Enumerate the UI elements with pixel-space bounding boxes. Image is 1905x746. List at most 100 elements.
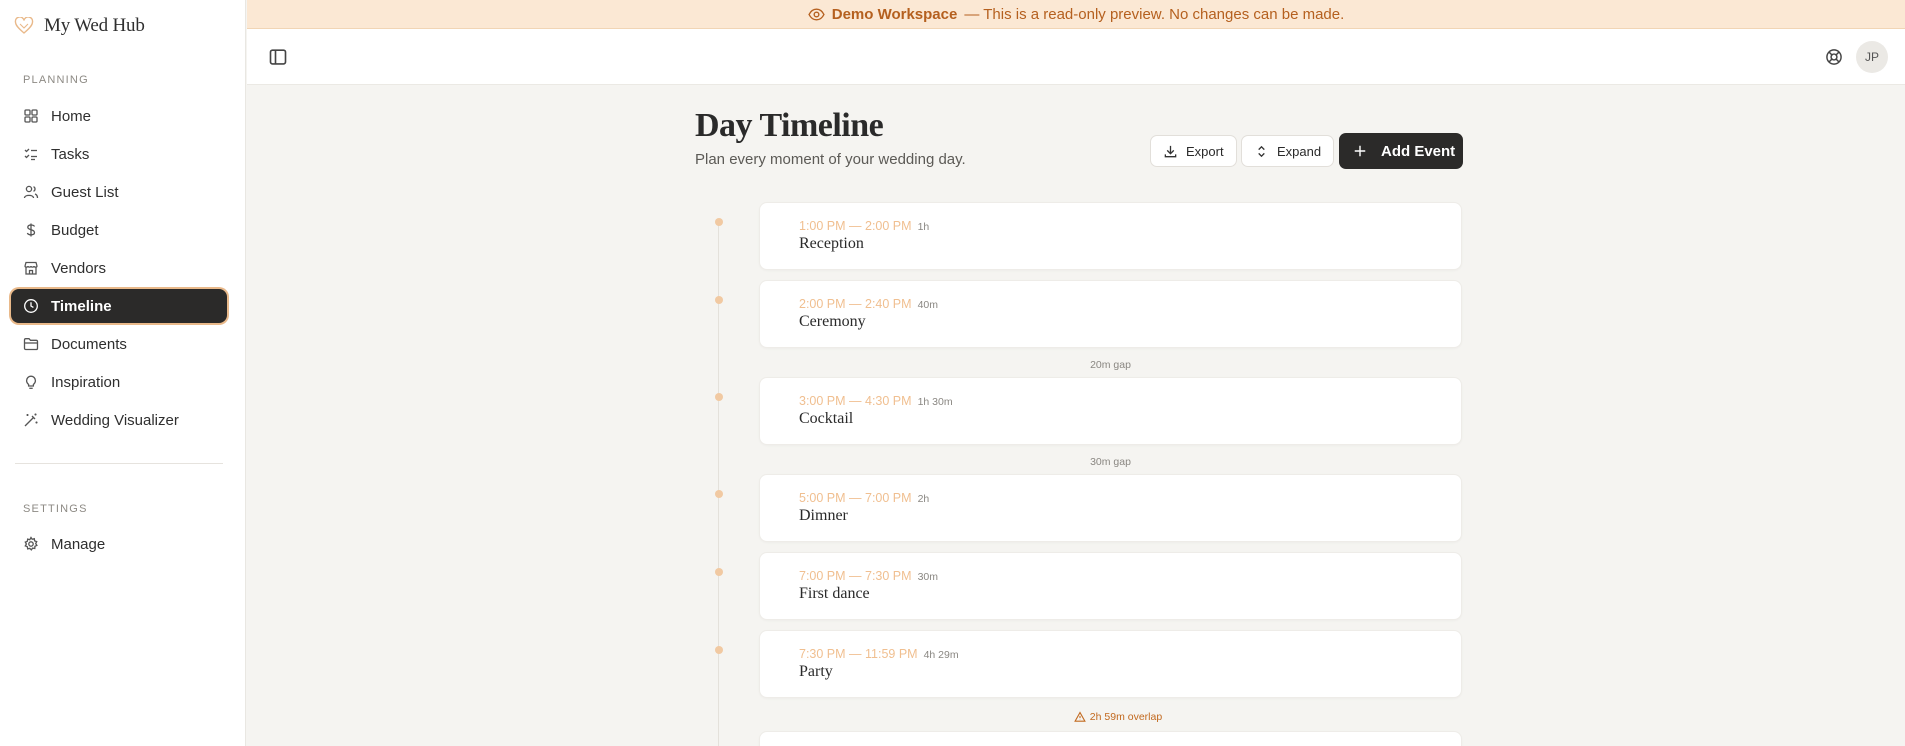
sidebar-panel-icon	[269, 49, 287, 65]
event-time: 5:00 PM — 7:00 PM	[799, 491, 912, 505]
sidebar-item-wedding-visualizer[interactable]: Wedding Visualizer	[11, 403, 227, 437]
heart-logo-icon	[13, 15, 35, 37]
event-time-row: 5:00 PM — 7:00 PM 2h	[799, 491, 929, 505]
timeline-dot	[715, 646, 723, 654]
lifebuoy-icon	[1826, 49, 1842, 65]
expand-button[interactable]: Expand	[1241, 135, 1335, 167]
event-time-row: 1:00 PM — 2:00 PM 1h	[799, 219, 929, 233]
export-button[interactable]: Export	[1150, 135, 1237, 167]
event-name: Dimner	[799, 507, 848, 524]
event-time-row: 2:00 PM — 2:40 PM 40m	[799, 297, 938, 311]
sidebar-item-inspiration[interactable]: Inspiration	[11, 365, 227, 399]
add-event-label: Add Event	[1381, 142, 1456, 160]
event-name: Ceremony	[799, 313, 866, 330]
sidebar-item-budget[interactable]: Budget	[11, 213, 227, 247]
sidebar-item-label: Documents	[51, 335, 127, 353]
lightbulb-icon	[25, 375, 37, 389]
event-time: 1:00 PM — 2:00 PM	[799, 219, 912, 233]
gap-label: 20m gap	[1090, 359, 1131, 371]
add-event-button[interactable]: Add Event	[1339, 133, 1463, 169]
event-duration: 1h 30m	[917, 396, 953, 408]
event-time: 2:00 PM — 2:40 PM	[799, 297, 912, 311]
gap-label: 30m gap	[1090, 456, 1131, 468]
event-time: 7:00 PM — 7:30 PM	[799, 569, 912, 583]
sidebar-item-vendors[interactable]: Vendors	[11, 251, 227, 285]
help-button[interactable]	[1825, 48, 1843, 66]
checklist-icon	[24, 148, 37, 161]
event-name: First dance	[799, 585, 870, 602]
folder-icon	[23, 338, 39, 351]
clock-icon	[24, 299, 38, 313]
download-icon	[1164, 145, 1177, 157]
brand-name: My Wed Hub	[44, 15, 145, 36]
avatar[interactable]: JP	[1856, 41, 1888, 73]
read-only-banner: Demo Workspace — This is a read-only pre…	[247, 0, 1905, 29]
event-card-reception[interactable]: 1:00 PM — 2:00 PM 1h Reception	[759, 202, 1462, 270]
expand-label: Expand	[1277, 143, 1322, 159]
sidebar-item-label: Timeline	[51, 297, 112, 315]
event-duration: 40m	[917, 299, 938, 311]
sidebar-item-label: Manage	[51, 535, 106, 553]
sidebar-item-timeline[interactable]: Timeline	[11, 289, 227, 323]
settings-section-label: SETTINGS	[23, 503, 88, 515]
magic-wand-icon	[24, 413, 38, 427]
dollar-icon	[26, 223, 36, 237]
event-time-row: 7:30 PM — 11:59 PM 4h 29m	[799, 647, 959, 661]
export-label: Export	[1186, 143, 1224, 159]
sidebar-item-label: Tasks	[51, 145, 90, 163]
event-card-first-dance[interactable]: 7:00 PM — 7:30 PM 30m First dance	[759, 552, 1462, 620]
timeline-dot	[715, 296, 723, 304]
event-duration: 1h	[917, 221, 930, 233]
timeline-dot	[715, 490, 723, 498]
overlap-warning: 2h 59m overlap	[759, 711, 1477, 723]
sidebar-item-guest-list[interactable]: Guest List	[11, 175, 227, 209]
planning-section-label: PLANNING	[23, 74, 89, 86]
timeline-dot	[715, 568, 723, 576]
sidebar-item-home[interactable]: Home	[11, 99, 227, 133]
sidebar-item-label: Budget	[51, 221, 99, 239]
banner-message: — This is a read-only preview. No change…	[964, 5, 1345, 23]
sidebar-item-label: Home	[51, 107, 92, 125]
sidebar-item-tasks[interactable]: Tasks	[11, 137, 227, 171]
sidebar-divider	[15, 463, 223, 464]
sidebar-item-label: Inspiration	[51, 373, 121, 391]
event-name: Party	[799, 663, 833, 680]
event-name: Reception	[799, 235, 864, 252]
brand[interactable]: My Wed Hub	[13, 14, 145, 38]
event-name: Cocktail	[799, 410, 854, 427]
event-time: 7:30 PM — 11:59 PM	[799, 647, 918, 661]
eye-icon	[808, 7, 825, 21]
sidebar: My Wed Hub PLANNING Home Tasks Guest Lis…	[0, 0, 246, 746]
event-duration: 30m	[917, 571, 938, 583]
plus-icon	[1354, 145, 1366, 157]
event-time: 3:00 PM — 4:30 PM	[799, 394, 912, 408]
event-card-party[interactable]: 7:30 PM — 11:59 PM 4h 29m Party	[759, 630, 1462, 698]
event-duration: 2h	[917, 493, 930, 505]
chevrons-up-down-icon	[1258, 145, 1265, 157]
timeline-dot	[715, 218, 723, 226]
grid-icon	[24, 109, 38, 123]
event-duration: 4h 29m	[923, 649, 959, 661]
event-time-row: 7:00 PM — 7:30 PM 30m	[799, 569, 938, 583]
timeline-dot	[715, 393, 723, 401]
sidebar-item-label: Guest List	[51, 183, 119, 201]
sidebar-item-documents[interactable]: Documents	[11, 327, 227, 361]
sidebar-item-label: Wedding Visualizer	[51, 411, 179, 429]
event-card-ceremony[interactable]: 2:00 PM — 2:40 PM 40m Ceremony	[759, 280, 1462, 348]
sidebar-item-manage[interactable]: Manage	[11, 527, 227, 561]
store-icon	[24, 261, 38, 275]
banner-workspace: Demo Workspace	[831, 5, 958, 23]
sidebar-item-label: Vendors	[51, 259, 107, 277]
users-icon	[23, 185, 39, 199]
warning-icon	[1073, 711, 1086, 722]
event-card-cocktail[interactable]: 3:00 PM — 4:30 PM 1h 30m Cocktail	[759, 377, 1462, 445]
top-bar: JP	[247, 29, 1905, 85]
gear-icon	[24, 536, 38, 551]
page-title: Day Timeline	[695, 107, 884, 144]
event-card-dinner[interactable]: 5:00 PM — 7:00 PM 2h Dimner	[759, 474, 1462, 542]
sidebar-toggle-button[interactable]	[268, 47, 288, 67]
event-time-row: 3:00 PM — 4:30 PM 1h 30m	[799, 394, 953, 408]
event-card-next[interactable]	[759, 731, 1462, 746]
overlap-label: 2h 59m overlap	[1089, 711, 1163, 723]
page-subtitle: Plan every moment of your wedding day.	[695, 151, 966, 168]
